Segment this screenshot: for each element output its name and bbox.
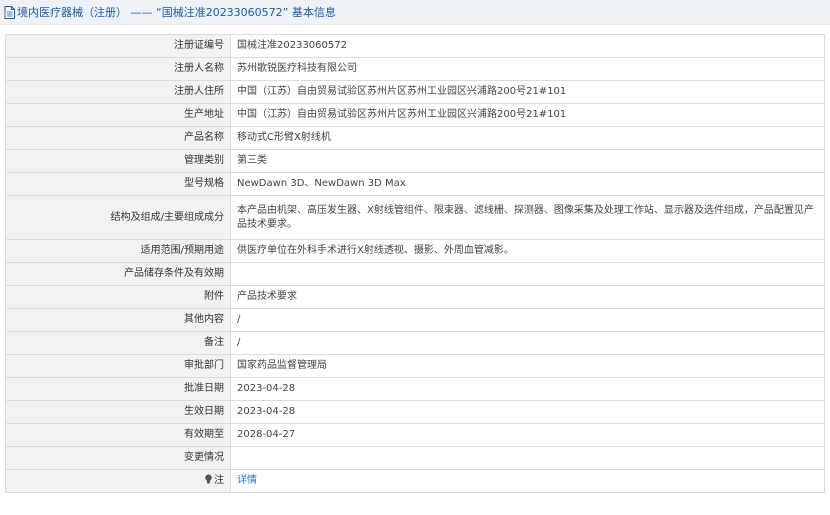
row-label: 变更情况 xyxy=(5,446,231,470)
table-row: 注册证编号 国械注准20233060572 xyxy=(5,34,825,58)
row-label: 批准日期 xyxy=(5,377,231,401)
row-value xyxy=(230,262,825,286)
details-link[interactable]: 详情 xyxy=(237,475,257,486)
table-row: 附件 产品技术要求 xyxy=(5,285,825,309)
table-row: 管理类别 第三类 xyxy=(5,149,825,173)
note-label: 注 xyxy=(214,475,224,486)
row-value: 苏州歌锐医疗科技有限公司 xyxy=(230,57,825,81)
table-row: 结构及组成/主要组成成分 本产品由机架、高压发生器、X射线管组件、限束器、滤线栅… xyxy=(5,195,825,240)
row-value: 2023-04-28 xyxy=(230,400,825,424)
row-value: / xyxy=(230,331,825,355)
row-label: 注册人名称 xyxy=(5,57,231,81)
page-title: 境内医疗器械（注册） —— “国械注准20233060572” 基本信息 xyxy=(17,6,336,19)
row-value: 国家药品监督管理局 xyxy=(230,354,825,378)
row-label: 注册人住所 xyxy=(5,80,231,104)
row-value: / xyxy=(230,308,825,332)
row-label: 生效日期 xyxy=(5,400,231,424)
note-label-cell: 注 xyxy=(5,469,231,493)
row-value: 供医疗单位在外科手术进行X射线透视、摄影、外周血管减影。 xyxy=(230,239,825,263)
row-value: 国械注准20233060572 xyxy=(230,34,825,58)
row-label: 生产地址 xyxy=(5,103,231,127)
table-row: 有效期至 2028-04-27 xyxy=(5,423,825,447)
row-value: 2023-04-28 xyxy=(230,377,825,401)
row-label: 产品储存条件及有效期 xyxy=(5,262,231,286)
document-icon xyxy=(4,5,15,19)
row-value: 第三类 xyxy=(230,149,825,173)
row-value: 本产品由机架、高压发生器、X射线管组件、限束器、滤线栅、探测器、图像采集及处理工… xyxy=(230,195,825,240)
row-label: 有效期至 xyxy=(5,423,231,447)
table-row: 产品储存条件及有效期 xyxy=(5,262,825,286)
row-value: 中国（江苏）自由贸易试验区苏州片区苏州工业园区兴浦路200号21#101 xyxy=(230,80,825,104)
row-label: 型号规格 xyxy=(5,172,231,196)
row-value: 移动式C形臂X射线机 xyxy=(230,126,825,150)
row-label: 结构及组成/主要组成成分 xyxy=(5,195,231,240)
row-label: 审批部门 xyxy=(5,354,231,378)
row-value: 中国（江苏）自由贸易试验区苏州片区苏州工业园区兴浦路200号21#101 xyxy=(230,103,825,127)
row-value: NewDawn 3D、NewDawn 3D Max xyxy=(230,172,825,196)
table-row: 生产地址 中国（江苏）自由贸易试验区苏州片区苏州工业园区兴浦路200号21#10… xyxy=(5,103,825,127)
row-label: 管理类别 xyxy=(5,149,231,173)
row-label: 产品名称 xyxy=(5,126,231,150)
table-row: 批准日期 2023-04-28 xyxy=(5,377,825,401)
table-row: 适用范围/预期用途 供医疗单位在外科手术进行X射线透视、摄影、外周血管减影。 xyxy=(5,239,825,263)
table-row: 其他内容 / xyxy=(5,308,825,332)
row-label: 备注 xyxy=(5,331,231,355)
table-row: 产品名称 移动式C形臂X射线机 xyxy=(5,126,825,150)
row-label: 适用范围/预期用途 xyxy=(5,239,231,263)
note-value-cell: 详情 xyxy=(230,469,825,493)
table-row: 型号规格 NewDawn 3D、NewDawn 3D Max xyxy=(5,172,825,196)
page-header: 境内医疗器械（注册） —— “国械注准20233060572” 基本信息 xyxy=(0,0,830,25)
table-row: 注册人名称 苏州歌锐医疗科技有限公司 xyxy=(5,57,825,81)
table-row: 备注 / xyxy=(5,331,825,355)
table-row: 注册人住所 中国（江苏）自由贸易试验区苏州片区苏州工业园区兴浦路200号21#1… xyxy=(5,80,825,104)
note-row: 注 详情 xyxy=(5,469,825,493)
row-label: 附件 xyxy=(5,285,231,309)
lightbulb-icon xyxy=(205,474,212,484)
table-row: 变更情况 xyxy=(5,446,825,470)
row-value xyxy=(230,446,825,470)
row-label: 其他内容 xyxy=(5,308,231,332)
table-row: 生效日期 2023-04-28 xyxy=(5,400,825,424)
row-value: 产品技术要求 xyxy=(230,285,825,309)
row-value: 2028-04-27 xyxy=(230,423,825,447)
row-label: 注册证编号 xyxy=(5,34,231,58)
table-row: 审批部门 国家药品监督管理局 xyxy=(5,354,825,378)
registration-info-table: 注册证编号 国械注准20233060572 注册人名称 苏州歌锐医疗科技有限公司… xyxy=(5,34,825,493)
